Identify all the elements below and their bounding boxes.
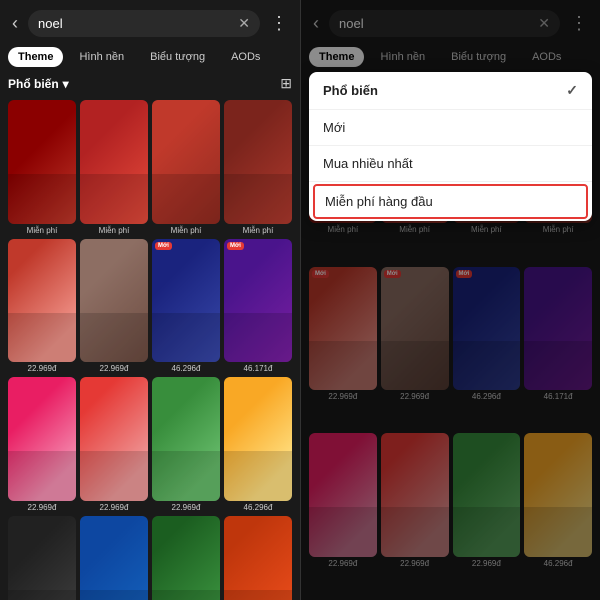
theme-price: 22.969đ [8, 503, 76, 512]
list-item[interactable]: 22.969đ [8, 239, 76, 374]
dropdown-item-label: Phổ biến [323, 83, 378, 98]
left-back-button[interactable]: ‹ [8, 11, 22, 36]
list-item[interactable]: Miễn phí [8, 100, 76, 235]
checkmark-icon: ✓ [566, 82, 578, 99]
theme-thumbnail [152, 516, 220, 600]
theme-price: Miễn phí [152, 226, 220, 235]
list-item[interactable]: Miễn phí [80, 100, 148, 235]
theme-thumbnail [80, 239, 148, 363]
theme-price: Miễn phí [224, 226, 292, 235]
theme-thumbnail [8, 377, 76, 501]
dropdown-item-moi[interactable]: Mới [309, 110, 592, 146]
theme-price: 46.296đ [152, 364, 220, 373]
left-tab-theme[interactable]: Theme [8, 47, 63, 67]
dropdown-item-label: Mới [323, 120, 345, 135]
theme-price: 22.969đ [80, 364, 148, 373]
right-panel: ‹ noel ✕ ⋮ Theme Hình nền Biểu tượng AOD… [300, 0, 600, 600]
left-grid-view-icon[interactable]: ⊞ [280, 75, 292, 92]
theme-price: 22.969đ [152, 503, 220, 512]
left-filter-row: Phổ biến ▾ ⊞ [0, 71, 300, 96]
theme-thumbnail [224, 377, 292, 501]
theme-thumbnail: Mới [224, 239, 292, 363]
left-tab-bieu-tuong[interactable]: Biểu tượng [140, 47, 215, 67]
dropdown-item-mua-nhieu[interactable]: Mua nhiều nhất [309, 146, 592, 182]
theme-thumbnail [152, 100, 220, 224]
list-item[interactable]: 46.296đ [224, 516, 292, 600]
dropdown-item-pho-bien[interactable]: Phổ biến ✓ [309, 72, 592, 110]
left-more-button[interactable]: ⋮ [266, 11, 292, 36]
left-filter-button[interactable]: Phổ biến ▾ [8, 77, 69, 91]
left-theme-grid: Miễn phí Miễn phí Miễn phí Miễn phí 22. [0, 96, 300, 600]
left-filter-label: Phổ biến [8, 77, 59, 91]
list-item[interactable]: Miễn phí [224, 100, 292, 235]
dropdown-item-label: Mua nhiều nhất [323, 156, 413, 171]
new-badge: Mới [227, 242, 244, 250]
list-item[interactable]: 22.969đ [152, 377, 220, 512]
theme-price: 22.969đ [8, 364, 76, 373]
left-filter-chevron-icon: ▾ [63, 77, 69, 91]
theme-thumbnail [8, 100, 76, 224]
left-tab-aods[interactable]: AODs [221, 47, 270, 67]
list-item[interactable]: 22.969đ [8, 377, 76, 512]
new-badge: Mới [155, 242, 172, 250]
theme-price: Miễn phí [80, 226, 148, 235]
left-search-query: noel [38, 16, 232, 31]
theme-price: Miễn phí [8, 226, 76, 235]
sort-dropdown: Phổ biến ✓ Mới Mua nhiều nhất Miễn phí h… [309, 72, 592, 221]
theme-thumbnail [8, 239, 76, 363]
list-item[interactable]: 22.969đ [80, 377, 148, 512]
list-item[interactable]: 22.969đ [80, 516, 148, 600]
theme-price: 46.171đ [224, 364, 292, 373]
left-header: ‹ noel ✕ ⋮ [0, 0, 300, 43]
theme-thumbnail [152, 377, 220, 501]
theme-thumbnail [80, 377, 148, 501]
theme-thumbnail [80, 516, 148, 600]
list-item[interactable]: 22.969đ [152, 516, 220, 600]
theme-thumbnail [80, 100, 148, 224]
left-tabs: Theme Hình nền Biểu tượng AODs [0, 43, 300, 71]
left-close-icon[interactable]: ✕ [238, 15, 250, 32]
list-item[interactable]: Miễn phí [152, 100, 220, 235]
theme-price: 46.296đ [224, 503, 292, 512]
theme-thumbnail [224, 100, 292, 224]
left-panel: ‹ noel ✕ ⋮ Theme Hình nền Biểu tượng AOD… [0, 0, 300, 600]
list-item[interactable]: 22.969đ [80, 239, 148, 374]
dropdown-item-mien-phi-hang-dau[interactable]: Miễn phí hàng đầu [313, 184, 588, 219]
list-item[interactable]: Mới 46.296đ [152, 239, 220, 374]
list-item[interactable]: 46.296đ [224, 377, 292, 512]
theme-thumbnail [8, 516, 76, 600]
left-tab-hinh-nen[interactable]: Hình nền [69, 47, 134, 67]
theme-thumbnail: Mới [152, 239, 220, 363]
theme-thumbnail [224, 516, 292, 600]
list-item[interactable]: 22.969đ [8, 516, 76, 600]
list-item[interactable]: Mới 46.171đ [224, 239, 292, 374]
theme-price: 22.969đ [80, 503, 148, 512]
left-search-box[interactable]: noel ✕ [28, 10, 260, 37]
dropdown-item-label: Miễn phí hàng đầu [325, 194, 433, 209]
